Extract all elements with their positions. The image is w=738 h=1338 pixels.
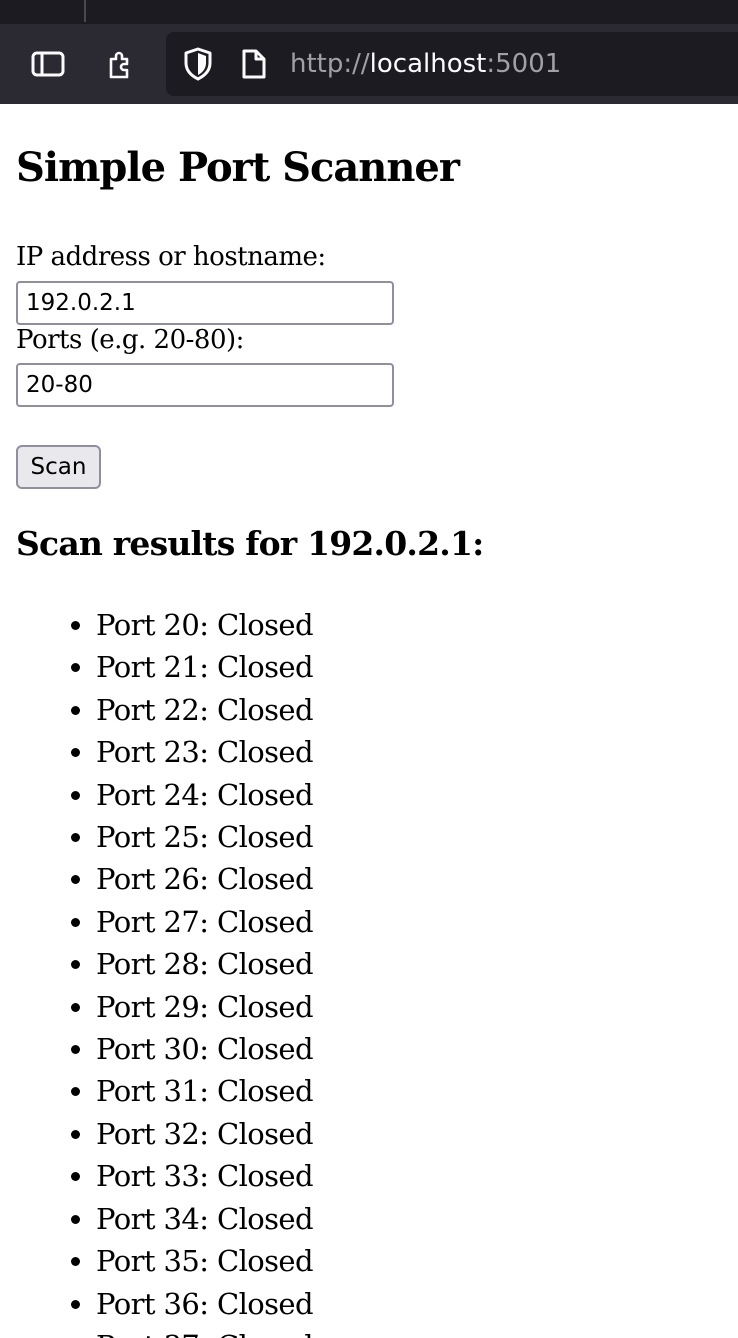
- result-item: Port 21: Closed: [96, 646, 314, 688]
- host-input[interactable]: [16, 281, 394, 325]
- result-item: Port 36: Closed: [96, 1283, 314, 1325]
- ports-label: Ports (e.g. 20-80):: [16, 325, 244, 355]
- result-item: Port 35: Closed: [96, 1240, 314, 1282]
- result-item: Port 26: Closed: [96, 858, 314, 900]
- url-scheme: http://: [290, 49, 370, 79]
- sidebar-icon[interactable]: [26, 42, 70, 86]
- result-item: Port 31: Closed: [96, 1070, 314, 1112]
- result-item: Port 30: Closed: [96, 1028, 314, 1070]
- url-bar[interactable]: http://localhost:5001: [166, 32, 738, 96]
- url-port: :5001: [486, 49, 562, 79]
- result-item: Port 37: Closed: [96, 1325, 314, 1338]
- host-label: IP address or hostname:: [16, 242, 326, 272]
- result-item: Port 22: Closed: [96, 689, 314, 731]
- page-icon: [236, 46, 272, 82]
- result-item: Port 27: Closed: [96, 901, 314, 943]
- results-list: Port 20: Closed Port 21: Closed Port 22:…: [0, 604, 314, 1338]
- result-item: Port 25: Closed: [96, 816, 314, 858]
- result-item: Port 24: Closed: [96, 774, 314, 816]
- result-item: Port 29: Closed: [96, 986, 314, 1028]
- browser-toolbar: http://localhost:5001: [0, 24, 738, 104]
- result-item: Port 20: Closed: [96, 604, 314, 646]
- results-heading: Scan results for 192.0.2.1:: [16, 524, 484, 563]
- page-content: Simple Port Scanner IP address or hostna…: [0, 104, 738, 1338]
- url-text[interactable]: http://localhost:5001: [290, 32, 561, 96]
- scan-button[interactable]: Scan: [16, 445, 101, 489]
- url-host: localhost: [369, 49, 487, 79]
- ports-input[interactable]: [16, 363, 394, 407]
- result-item: Port 32: Closed: [96, 1113, 314, 1155]
- shield-icon[interactable]: [180, 46, 216, 82]
- tab-divider: [84, 0, 86, 22]
- browser-tab-strip: [0, 0, 738, 24]
- result-item: Port 23: Closed: [96, 731, 314, 773]
- puzzle-icon[interactable]: [99, 42, 143, 86]
- result-item: Port 28: Closed: [96, 943, 314, 985]
- result-item: Port 33: Closed: [96, 1155, 314, 1197]
- page-title: Simple Port Scanner: [16, 144, 460, 191]
- result-item: Port 34: Closed: [96, 1198, 314, 1240]
